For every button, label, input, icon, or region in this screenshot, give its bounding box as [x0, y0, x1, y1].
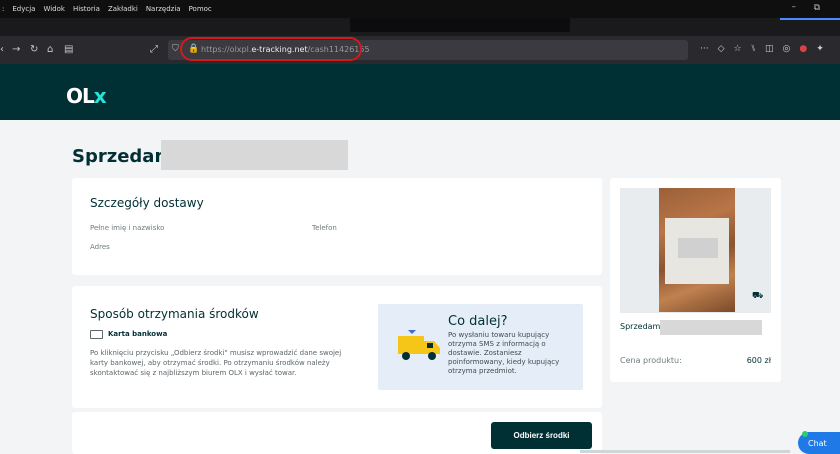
toolbar-icons: ··· ◇ ☆ ⑊ ◫ ◎ ● ✦ [700, 44, 824, 54]
phone-label: Telefon [312, 224, 337, 232]
payment-title: Sposób otrzymania środków [90, 307, 259, 321]
delivery-title: Szczegóły dostawy [90, 196, 204, 210]
collect-funds-button[interactable]: Odbierz środki [491, 422, 592, 449]
site-header [0, 64, 840, 120]
expand-icon[interactable]: ⤢ [150, 44, 158, 55]
bottom-bar [580, 450, 790, 453]
menu-historia[interactable]: Historia [73, 5, 100, 13]
price-label: Cena produktu: [620, 356, 682, 365]
restore-icon[interactable]: ⧉ [814, 3, 820, 13]
redacted-title-block [161, 140, 348, 170]
url-highlight-circle [180, 37, 362, 61]
forward-icon[interactable]: → [12, 44, 20, 55]
payment-description: Po kliknięciu przycisku „Odbierz środki"… [90, 349, 342, 377]
menu-widok[interactable]: Widok [43, 5, 65, 13]
redacted-label [678, 238, 718, 258]
adblock-icon[interactable]: ● [799, 44, 807, 54]
menu-pomoc[interactable]: Pomoc [189, 5, 212, 13]
what-next-box: Co dalej? Po wysłaniu towaru kupujący ot… [378, 304, 583, 390]
tab-strip [0, 18, 840, 36]
what-next-text: Po wysłaniu towaru kupujący otrzyma SMS … [448, 331, 560, 375]
delivery-card: Szczegóły dostawy Pełne imię i nazwisko … [72, 178, 602, 275]
what-next-title: Co dalej? [448, 314, 508, 329]
pocket-icon[interactable]: ◇ [718, 44, 725, 54]
page-title: Sprzedam [72, 146, 174, 167]
browser-tab[interactable] [350, 18, 570, 32]
olx-logo[interactable]: OLx [66, 84, 107, 108]
product-photo[interactable] [659, 188, 735, 312]
menu-edycja[interactable]: Edycja [12, 5, 35, 13]
library-icon[interactable]: ⑊ [751, 44, 756, 54]
chat-label: Chat [808, 438, 827, 448]
browser-menubar: : Edycja Widok Historia Zakładki Narzędz… [0, 0, 840, 18]
delivery-icon: ⛟ [752, 291, 764, 301]
extensions-icon[interactable]: ✦ [816, 44, 824, 54]
menu-zakladki[interactable]: Zakładki [108, 5, 138, 13]
logo-main: OL [66, 84, 95, 108]
back-icon[interactable]: ‹ [0, 44, 4, 55]
fullname-label: Pełne imię i nazwisko [90, 224, 165, 232]
account-icon[interactable]: ◎ [783, 44, 791, 54]
menu-narzedzia[interactable]: Narzędzia [146, 5, 181, 13]
price-value: 600 zł [746, 356, 771, 365]
print-icon[interactable]: ▤ [64, 44, 73, 55]
star-icon[interactable]: ☆ [734, 44, 742, 54]
home-icon[interactable]: ⌂ [47, 44, 53, 55]
active-tab-indicator [780, 18, 840, 20]
redacted-name-block [660, 320, 762, 335]
minimize-icon[interactable]: – [792, 2, 797, 12]
card-method-label: Karta bankowa [108, 330, 168, 338]
sidebar-icon[interactable]: ◫ [765, 44, 774, 54]
menu-item[interactable]: : [2, 5, 4, 13]
address-label: Adres [90, 243, 110, 251]
reload-icon[interactable]: ↻ [30, 44, 38, 55]
credit-card-icon [90, 330, 103, 339]
online-indicator [802, 431, 808, 437]
logo-accent: x [93, 84, 107, 108]
more-icon[interactable]: ··· [700, 44, 709, 54]
delivery-truck-icon [398, 330, 440, 360]
product-name: Sprzedam [620, 322, 661, 331]
shield-icon[interactable]: ⛉ [172, 44, 179, 54]
